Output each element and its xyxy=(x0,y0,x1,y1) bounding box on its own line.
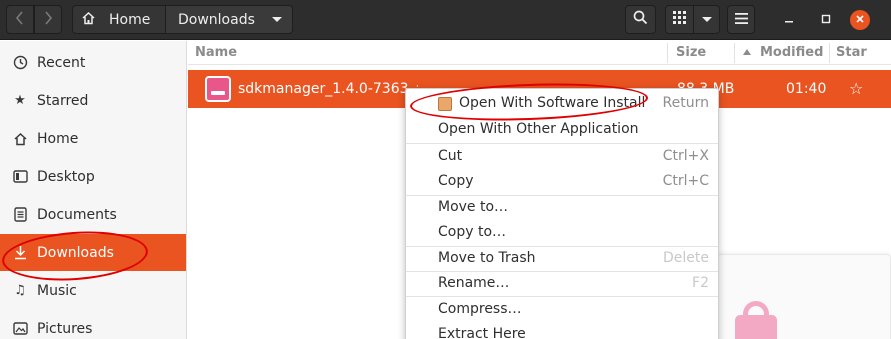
music-icon: ♫ xyxy=(14,283,26,298)
star-icon[interactable]: ☆ xyxy=(849,79,863,98)
forward-button[interactable] xyxy=(34,5,62,34)
breadcrumb-downloads-label: Downloads xyxy=(178,11,255,28)
back-button[interactable] xyxy=(6,5,34,34)
context-menu: Open With Software Install Return Open W… xyxy=(405,88,719,339)
sidebar-item-desktop[interactable]: Desktop xyxy=(0,158,186,195)
menu-item-accel: Delete xyxy=(663,250,709,266)
hamburger-menu-icon xyxy=(734,12,748,28)
menu-item-label: Copy to… xyxy=(438,224,507,240)
menu-item-accel: Return xyxy=(662,95,709,111)
column-header: Name Size Modified Star xyxy=(188,41,891,65)
package-file-icon xyxy=(205,76,231,102)
sidebar-item-home[interactable]: Home xyxy=(0,120,186,157)
menu-item-cut[interactable]: Cut Ctrl+X xyxy=(406,144,718,169)
menu-item-accel: F2 xyxy=(692,275,709,291)
sidebar-item-label: Music xyxy=(37,282,77,299)
document-icon xyxy=(12,207,28,223)
menu-item-label: Move to… xyxy=(438,199,509,215)
sidebar-item-starred[interactable]: ★ Starred xyxy=(0,82,186,119)
clock-icon xyxy=(12,55,28,71)
breadcrumb-downloads[interactable]: Downloads xyxy=(165,5,293,34)
view-options-button[interactable] xyxy=(693,5,720,34)
breadcrumb-home-label: Home xyxy=(109,11,151,28)
search-icon xyxy=(633,10,648,29)
desktop-icon xyxy=(12,169,28,185)
menu-item-copy[interactable]: Copy Ctrl+C xyxy=(406,169,718,194)
menu-item-label: Extract Here xyxy=(438,326,526,339)
sidebar: Recent ★ Starred Home Desktop Documents … xyxy=(0,41,187,339)
star-icon: ★ xyxy=(14,93,26,108)
chevron-right-icon xyxy=(43,10,53,29)
menu-item-compress[interactable]: Compress… xyxy=(406,297,718,322)
minimize-button[interactable] xyxy=(780,11,798,29)
download-icon xyxy=(12,245,28,261)
sidebar-item-pictures[interactable]: Pictures xyxy=(0,310,186,339)
close-icon xyxy=(855,13,865,28)
sidebar-item-downloads[interactable]: Downloads xyxy=(0,234,186,271)
menu-item-label: Rename… xyxy=(438,275,510,291)
column-divider xyxy=(667,43,668,63)
menu-item-label: Open With Other Application xyxy=(438,121,639,137)
menu-item-label: Compress… xyxy=(438,301,522,317)
file-modified: 01:40 xyxy=(786,81,827,97)
grid-view-icon xyxy=(673,11,686,28)
chevron-down-icon xyxy=(272,17,282,22)
column-star[interactable]: Star xyxy=(836,45,867,60)
menu-item-open-with-software-install[interactable]: Open With Software Install Return xyxy=(406,91,718,116)
menu-item-label: Move to Trash xyxy=(438,250,536,266)
menu-item-accel: Ctrl+C xyxy=(662,173,709,189)
menu-item-label: Copy xyxy=(438,173,474,189)
package-icon xyxy=(438,97,452,111)
maximize-button[interactable] xyxy=(817,11,835,29)
menu-item-copy-to[interactable]: Copy to… xyxy=(406,220,718,245)
sidebar-item-label: Pictures xyxy=(37,320,93,337)
column-divider xyxy=(829,43,830,63)
minimize-icon xyxy=(784,13,794,27)
file-name: sdkmanager_1.4.0-7363_amd64.deb xyxy=(238,81,418,97)
menu-button[interactable] xyxy=(727,5,755,34)
picture-icon xyxy=(12,321,28,337)
home-icon xyxy=(12,131,28,147)
menu-item-extract-here[interactable]: Extract Here xyxy=(406,322,718,339)
menu-item-open-with-other-application[interactable]: Open With Other Application xyxy=(406,117,718,142)
column-name[interactable]: Name xyxy=(195,45,237,60)
sidebar-item-label: Home xyxy=(37,130,79,147)
sidebar-item-label: Recent xyxy=(37,54,86,71)
sidebar-item-label: Downloads xyxy=(37,244,114,261)
header-bar: Home Downloads xyxy=(0,0,891,40)
breadcrumb-home[interactable]: Home xyxy=(72,5,166,34)
menu-item-move-to-trash[interactable]: Move to Trash Delete xyxy=(406,246,718,271)
chevron-left-icon xyxy=(15,10,25,29)
close-button[interactable] xyxy=(850,10,870,30)
menu-item-rename[interactable]: Rename… F2 xyxy=(406,271,718,296)
home-icon xyxy=(81,11,96,29)
search-button[interactable] xyxy=(625,5,656,34)
sidebar-item-label: Starred xyxy=(37,92,89,109)
sidebar-item-recent[interactable]: Recent xyxy=(0,44,186,81)
sidebar-item-music[interactable]: ♫ Music xyxy=(0,272,186,309)
menu-item-move-to[interactable]: Move to… xyxy=(406,195,718,220)
sidebar-item-label: Documents xyxy=(37,206,117,223)
sidebar-item-label: Desktop xyxy=(37,168,95,185)
sort-ascending-icon xyxy=(742,45,752,60)
chevron-down-icon xyxy=(701,17,712,22)
menu-item-label: Open With Software Install xyxy=(459,95,646,111)
view-toggle-button[interactable] xyxy=(665,5,694,34)
menu-item-label: Cut xyxy=(438,148,463,164)
breadcrumb: Home Downloads xyxy=(72,5,293,34)
column-modified[interactable]: Modified xyxy=(760,45,823,60)
maximize-icon xyxy=(821,13,831,27)
lock-icon-body xyxy=(735,315,777,339)
column-size[interactable]: Size xyxy=(676,45,706,60)
column-divider xyxy=(734,43,735,63)
sidebar-item-documents[interactable]: Documents xyxy=(0,196,186,233)
menu-item-accel: Ctrl+X xyxy=(662,148,709,164)
